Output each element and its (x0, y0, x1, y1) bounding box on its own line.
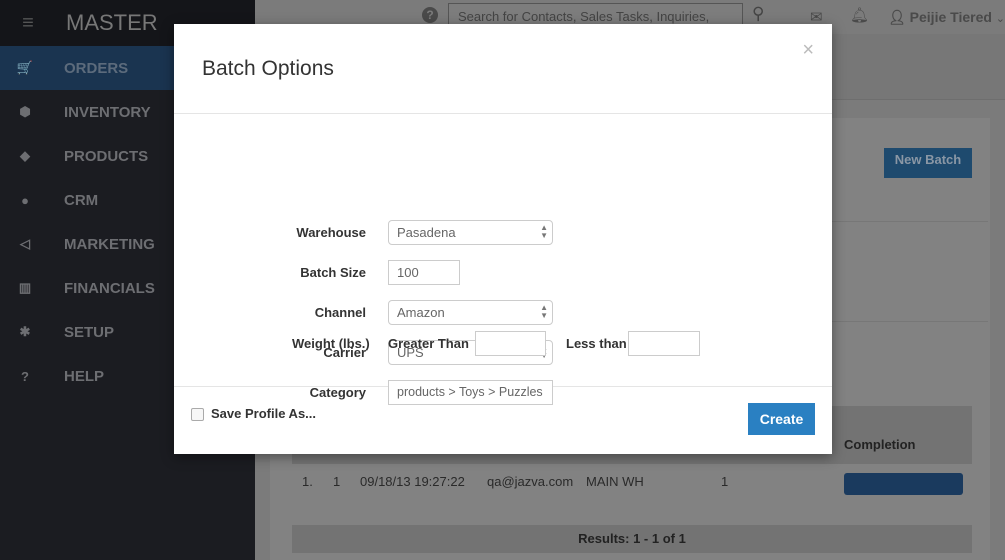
channel-select[interactable]: Amazon ▲ ▼ (388, 300, 553, 325)
help-icon[interactable]: ? (422, 7, 438, 23)
table-cell-facility: MAIN WH (586, 474, 644, 489)
completion-progress-bar (844, 473, 963, 495)
tags-icon: ◆ (20, 148, 30, 163)
sidebar-item-label: HELP (64, 367, 105, 385)
user-name: Peijie Tiered (909, 9, 992, 25)
sidebar-item-label: CRM (64, 191, 99, 209)
close-icon[interactable]: × (802, 39, 814, 62)
brand-logo: MASTER (66, 10, 158, 35)
cart-icon: 🛒 (16, 60, 34, 75)
sidebar-item-label: FINANCIALS (64, 279, 155, 297)
batch-size-input[interactable]: 100 (388, 260, 460, 285)
batch-options-modal: Batch Options × Warehouse Pasadena ▲ ▼ Bat… (174, 24, 832, 454)
warehouse-label: Warehouse (296, 225, 366, 240)
sidebar-item-label: PRODUCTS (64, 147, 149, 165)
sidebar-item-label: MARKETING (64, 235, 155, 253)
sidebar-item-label: INVENTORY (64, 103, 151, 121)
users-icon: ● (21, 192, 29, 208)
table-cell-submitted-by: qa@jazva.com (487, 474, 574, 489)
weight-less-than-input[interactable] (628, 331, 700, 356)
table-cell-id: 1 (333, 474, 341, 489)
table-cell-num: 1. (302, 474, 313, 489)
table-cell-date: 09/18/13 19:27:22 (360, 474, 465, 489)
warehouse-select[interactable]: Pasadena ▲ ▼ (388, 220, 553, 245)
question-icon: ? (21, 368, 29, 384)
save-profile-label[interactable]: Save Profile As... (211, 406, 316, 421)
cubes-icon: ⬢ (19, 104, 31, 119)
new-batch-button[interactable]: New Batch (884, 148, 972, 178)
batch-size-label: Batch Size (300, 265, 366, 280)
bell-icon[interactable]: 🔔︎ (850, 6, 869, 24)
bar-chart-icon: ▥ (18, 280, 32, 295)
select-arrows-icon: ▲▼ (540, 303, 548, 320)
bullhorn-icon: ◁ (20, 236, 30, 251)
select-arrows-icon: ▲▼ (540, 223, 548, 240)
search-icon[interactable]: ⚲ (752, 4, 764, 24)
weight-greater-than-input[interactable] (475, 331, 546, 356)
less-than-label: Less than (566, 336, 627, 351)
hamburger-menu-icon[interactable]: ≡ (0, 12, 56, 35)
sidebar-item-label: SETUP (64, 323, 115, 341)
channel-label: Channel (314, 305, 366, 320)
user-icon: 👤︎ (888, 9, 906, 25)
save-profile-checkbox[interactable] (191, 408, 204, 421)
gear-icon: ✱ (19, 324, 31, 339)
chevron-down-icon: ⌄ (995, 13, 1005, 25)
greater-than-label: Greater Than (388, 336, 469, 351)
modal-title: Batch Options (202, 57, 334, 80)
table-cell-shipments: 1 (721, 474, 729, 489)
sidebar-item-label: ORDERS (64, 59, 129, 77)
column-header[interactable]: Completion (844, 437, 916, 452)
weight-label: Weight (lbs.) (292, 336, 370, 351)
create-button[interactable]: Create (748, 403, 815, 435)
user-menu[interactable]: 👤︎ Peijie Tiered ⌄ (888, 9, 1005, 26)
results-count: Results: 1 - 1 of 1 (292, 525, 972, 553)
